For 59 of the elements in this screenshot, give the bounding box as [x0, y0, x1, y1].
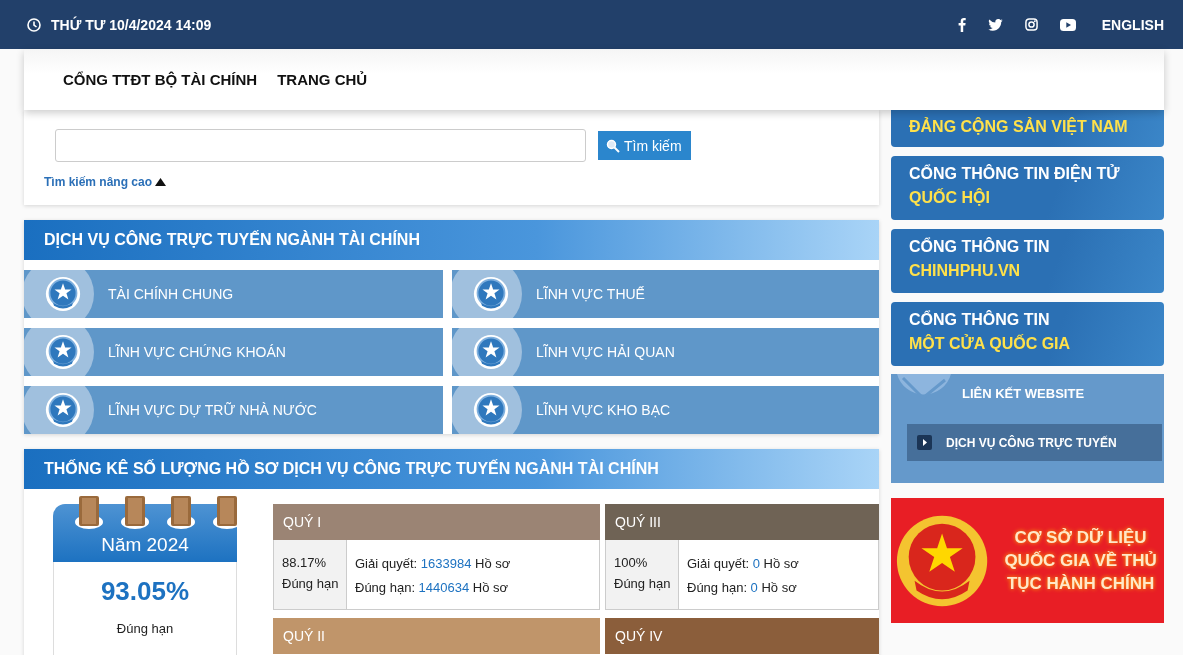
quarter-header: QUÝ II	[273, 618, 600, 654]
service-tile[interactable]: TÀI CHÍNH CHUNG	[24, 270, 443, 318]
service-tile[interactable]: LĨNH VỰC DỰ TRỮ NHÀ NƯỚC	[24, 386, 443, 434]
count-line: Đúng hạn: 0 Hồ sơ	[687, 579, 798, 597]
search-button[interactable]: Tìm kiếm	[598, 131, 691, 160]
service-tile[interactable]: LĨNH VỰC HẢI QUAN	[452, 328, 879, 376]
portal-name: MỘT CỬA QUỐC GIA	[909, 333, 1072, 354]
count-line: Giải quyết: 0 Hồ sơ	[687, 555, 799, 573]
emblem-icon	[473, 334, 509, 370]
count-line: Giải quyết: 1633984 Hồ sơ	[355, 555, 511, 573]
portal-name: QUỐC HỘI	[909, 187, 991, 208]
binder-ring-icon	[166, 496, 196, 530]
nav-link[interactable]: TRANG CHỦ	[277, 71, 368, 88]
quarter-header: QUÝ III	[605, 504, 879, 540]
quarter-header: QUÝ I	[273, 504, 600, 540]
calendar-year: Năm 2024	[101, 534, 189, 556]
percent-cell: 100% Đúng hạn	[606, 540, 679, 609]
emblem-icon	[45, 392, 81, 428]
count-line: Đúng hạn: 1440634 Hồ sơ	[355, 579, 510, 597]
service-tile[interactable]: LĨNH VỰC THUẾ	[452, 270, 879, 318]
portal-title: CỔNG THÔNG TIN ĐIỆN TỬ	[909, 163, 1121, 184]
emblem-icon	[45, 276, 81, 312]
search-field[interactable]	[55, 129, 586, 162]
search-icon	[606, 138, 620, 153]
twitter-icon[interactable]	[987, 18, 1003, 31]
website-link[interactable]: DỊCH VỤ CÔNG TRỰC TUYẾN	[907, 424, 1162, 461]
emblem-icon	[473, 276, 509, 312]
portal-banner[interactable]: CỔNG THÔNG TIN CHINHPHU.VN	[891, 229, 1164, 293]
emblem-icon	[45, 334, 81, 370]
play-icon	[917, 435, 932, 450]
portal-title: CỔNG THÔNG TIN	[909, 309, 1051, 330]
caret-up-icon[interactable]	[155, 178, 167, 186]
clock-icon	[27, 17, 41, 32]
section-header: THỐNG KÊ SỐ LƯỢNG HỒ SƠ DỊCH VỤ CÔNG TRỰC TUYẾN NGÀNH TÀI CHÍNH	[24, 449, 879, 489]
emblem-icon	[473, 392, 509, 428]
nav-link[interactable]: CỔNG TTĐT BỘ TÀI CHÍNH	[63, 71, 258, 88]
panel-title: LIÊN KẾT WEBSITE	[962, 386, 1086, 401]
portal-banner[interactable]: CỔNG THÔNG TIN MỘT CỬA QUỐC GIA	[891, 302, 1164, 366]
percent-value: 93.05%	[99, 576, 191, 607]
portal-name: CHINHPHU.VN	[909, 261, 1022, 281]
service-tile[interactable]: LĨNH VỰC KHO BẠC	[452, 386, 879, 434]
date-time: THỨ TƯ 10/4/2024 14:09	[51, 16, 212, 33]
section-header: DỊCH VỤ CÔNG TRỰC TUYẾN NGÀNH TÀI CHÍNH	[24, 220, 879, 260]
portal-title: CỔNG THÔNG TIN	[909, 236, 1051, 257]
youtube-icon[interactable]	[1059, 18, 1076, 31]
portal-banner[interactable]: ĐẢNG CỘNG SẢN VIỆT NAM	[891, 110, 1164, 147]
binder-ring-icon	[74, 496, 104, 530]
binder-ring-icon	[120, 496, 150, 530]
quarter-header: QUÝ IV	[605, 618, 879, 654]
percent-cell: 88.17% Đúng hạn	[274, 540, 347, 609]
percent-caption: Đúng hạn	[115, 621, 175, 636]
service-tile[interactable]: LĨNH VỰC CHỨNG KHOÁN	[24, 328, 443, 376]
instagram-icon[interactable]	[1024, 18, 1038, 31]
facebook-icon[interactable]	[957, 17, 966, 32]
promo-banner[interactable]: CƠ SỞ DỮ LIỆU QUỐC GIA VỀ THỦ TỤC HÀNH CHÍNH	[891, 498, 1164, 623]
portal-name: ĐẢNG CỘNG SẢN VIỆT NAM	[909, 116, 1129, 137]
advanced-search-link[interactable]: Tìm kiếm nâng cao	[44, 175, 153, 189]
portal-banner[interactable]: CỔNG THÔNG TIN ĐIỆN TỬ QUỐC HỘI	[891, 156, 1164, 220]
language-link[interactable]: ENGLISH	[1101, 16, 1164, 33]
